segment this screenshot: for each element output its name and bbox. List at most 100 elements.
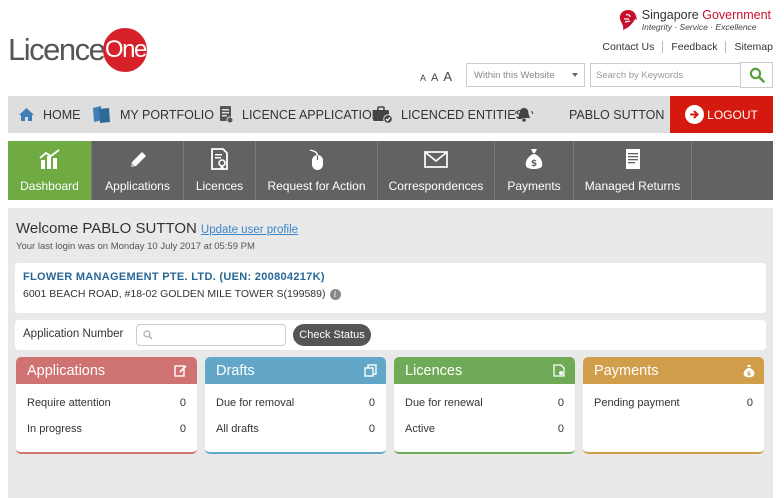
list-item[interactable]: Due for removal 0	[205, 390, 386, 416]
nav-licence-application-label: LICENCE APPLICATION	[242, 107, 381, 122]
money-bag-icon: $	[525, 149, 543, 169]
list-item[interactable]: Due for renewal 0	[394, 390, 575, 416]
tab-payments[interactable]: $ Payments	[495, 141, 574, 200]
tab-correspondences[interactable]: Correspondences	[378, 141, 495, 200]
nav-home-label: HOME	[43, 107, 81, 122]
tab-licences[interactable]: Licences	[184, 141, 256, 200]
tab-request-for-action[interactable]: Request for Action	[256, 141, 378, 200]
licences-card-header[interactable]: Licences	[394, 357, 575, 384]
tab-managed-returns-label: Managed Returns	[584, 179, 681, 193]
folders-icon	[93, 106, 110, 123]
welcome-text: Welcome PABLO SUTTON	[16, 220, 197, 237]
font-size-controls: A A A	[420, 69, 452, 84]
chevron-down-icon	[572, 73, 578, 77]
search-icon	[749, 67, 765, 83]
tab-dashboard[interactable]: Dashboard	[8, 141, 92, 200]
arrow-right-icon	[685, 105, 705, 124]
row-label: Pending payment	[594, 397, 680, 409]
search-scope-select[interactable]: Within this Website	[466, 63, 585, 87]
search-scope-value: Within this Website	[474, 70, 555, 81]
bell-icon	[514, 108, 534, 122]
font-small-button[interactable]: A	[420, 73, 426, 83]
logo-circle: One	[103, 28, 148, 72]
notifications-button[interactable]	[514, 96, 542, 133]
last-login-text: Your last login was on Monday 10 July 20…	[16, 241, 255, 252]
contact-us-link[interactable]: Contact Us	[594, 41, 662, 53]
logout-label: LOGOUT	[707, 107, 758, 122]
payments-card-title: Payments	[594, 362, 659, 379]
font-medium-button[interactable]: A	[431, 72, 438, 84]
row-count: 0	[179, 423, 186, 435]
row-count: 0	[557, 423, 564, 435]
search-placeholder: Search by Keywords	[596, 70, 684, 81]
application-number-label: Application Number	[23, 328, 124, 340]
tab-licences-label: Licences	[195, 179, 244, 193]
licenceone-logo[interactable]: Licence One	[8, 28, 148, 72]
home-icon	[19, 108, 34, 121]
row-label: All drafts	[216, 423, 259, 435]
sitemap-link[interactable]: Sitemap	[725, 41, 773, 53]
applications-card-header[interactable]: Applications	[16, 357, 197, 384]
nav-licenced-entities-label: LICENCED ENTITIES	[401, 107, 524, 122]
form-icon	[220, 106, 234, 124]
user-menu[interactable]: PABLO SUTTON	[569, 96, 680, 133]
logout-button[interactable]: LOGOUT	[670, 96, 773, 133]
primary-nav: HOME MY PORTFOLIO LICENCE APPLICATION LI…	[8, 96, 773, 133]
nav-my-portfolio[interactable]: MY PORTFOLIO	[92, 96, 214, 133]
pencil-icon	[130, 152, 146, 167]
list-item[interactable]: Require attention 0	[16, 390, 197, 416]
welcome-line: Welcome PABLO SUTTON Update user profile	[16, 220, 298, 237]
gov-tagline: Integrity · Service · Excellence	[641, 22, 757, 32]
list-item[interactable]: In progress 0	[16, 416, 197, 442]
document-icon	[625, 149, 640, 169]
search-input[interactable]: Search by Keywords	[590, 63, 741, 87]
list-item[interactable]: Pending payment 0	[583, 390, 764, 416]
licences-card-title: Licences	[405, 362, 463, 379]
row-label: Due for renewal	[405, 397, 483, 409]
tab-managed-returns[interactable]: Managed Returns	[574, 141, 692, 200]
certificate-icon	[210, 148, 228, 170]
singapore-government-logo[interactable]: Singapore Government Integrity · Service…	[618, 9, 771, 33]
info-icon[interactable]: i	[329, 288, 341, 300]
logo-text: Licence	[8, 32, 106, 67]
search-button[interactable]	[740, 62, 773, 88]
application-number-input[interactable]	[136, 324, 286, 346]
payments-card-header[interactable]: Payments $	[583, 357, 764, 384]
check-status-button[interactable]: Check Status	[293, 324, 371, 346]
row-count: 0	[368, 423, 375, 435]
tab-dashboard-label: Dashboard	[20, 179, 79, 193]
applications-card: Applications Require attention 0 In progr…	[16, 357, 197, 454]
mouse-icon	[309, 149, 323, 170]
list-item[interactable]: All drafts 0	[205, 416, 386, 442]
applications-card-title: Applications	[27, 362, 106, 379]
briefcase-check-icon	[373, 106, 393, 124]
edit-icon	[174, 365, 187, 377]
tab-payments-label: Payments	[507, 179, 561, 193]
list-item[interactable]: Active 0	[394, 416, 575, 442]
nav-licence-application[interactable]: LICENCE APPLICATION	[218, 96, 381, 133]
money-bag-icon: $	[743, 364, 755, 377]
user-name: PABLO SUTTON	[569, 107, 665, 122]
drafts-card-header[interactable]: Drafts	[205, 357, 386, 384]
nav-my-portfolio-label: MY PORTFOLIO	[120, 107, 215, 122]
nav-licenced-entities[interactable]: LICENCED ENTITIES	[372, 96, 524, 133]
top-links: Contact Us Feedback Sitemap	[594, 41, 773, 53]
row-count: 0	[557, 397, 564, 409]
nav-home[interactable]: HOME	[18, 96, 81, 133]
tab-request-for-action-label: Request for Action	[267, 179, 366, 193]
row-label: Due for removal	[216, 397, 295, 409]
row-count: 0	[746, 397, 753, 409]
drafts-card-title: Drafts	[216, 362, 255, 379]
company-panel: FLOWER MANAGEMENT PTE. LTD. (UEN: 200804…	[15, 263, 766, 313]
search-icon	[143, 330, 153, 340]
feedback-link[interactable]: Feedback	[662, 41, 725, 53]
update-profile-link[interactable]: Update user profile	[201, 224, 298, 236]
tab-applications[interactable]: Applications	[92, 141, 184, 200]
chart-icon	[38, 149, 60, 169]
svg-text:$: $	[747, 370, 751, 377]
company-name: FLOWER MANAGEMENT PTE. LTD. (UEN: 200804…	[23, 271, 325, 283]
tab-applications-label: Applications	[105, 179, 170, 193]
font-large-button[interactable]: A	[443, 69, 452, 84]
row-count: 0	[179, 397, 186, 409]
envelope-icon	[423, 151, 448, 168]
